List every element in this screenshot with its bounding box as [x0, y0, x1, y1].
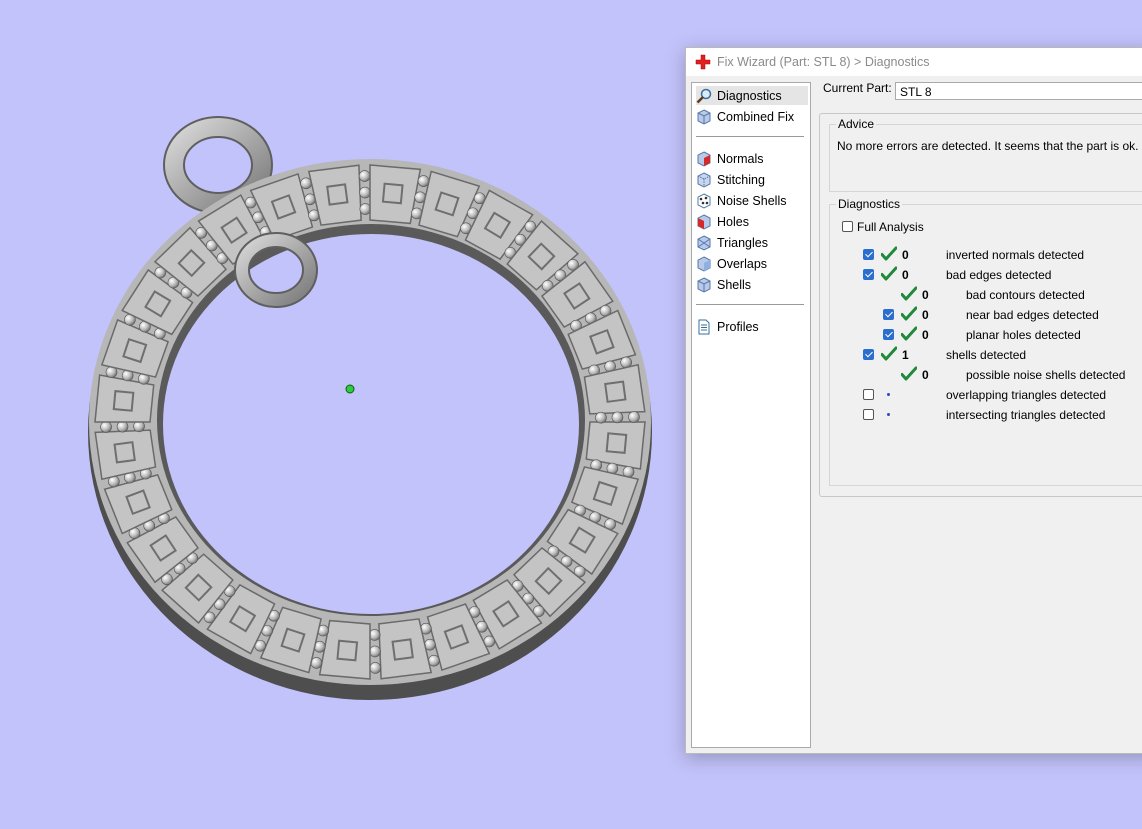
row-checkbox[interactable]: [883, 329, 894, 340]
row-label: planar holes detected: [966, 328, 1081, 342]
row-label: overlapping triangles detected: [946, 388, 1107, 402]
current-part-field[interactable]: STL 8: [895, 82, 1142, 100]
row-checkbox[interactable]: [863, 349, 874, 360]
row-checkbox[interactable]: [883, 309, 894, 320]
cube-icon: [697, 108, 711, 125]
nav-item-combined-fix[interactable]: Combined Fix: [696, 107, 800, 126]
row-label: bad edges detected: [946, 268, 1052, 282]
stitching-cube-icon: [697, 171, 711, 188]
advice-title: Advice: [836, 117, 877, 131]
green-check-icon: [881, 346, 897, 361]
row-count: 0: [922, 308, 929, 322]
row-count: 0: [922, 328, 929, 342]
green-check-icon: [901, 286, 917, 301]
pendant-model: [88, 116, 652, 700]
bead: [369, 645, 381, 658]
full-analysis-checkbox[interactable]: [842, 221, 853, 232]
row-label: inverted normals detected: [946, 248, 1085, 262]
bead: [359, 203, 372, 215]
red-cross-icon: [695, 54, 711, 70]
nav-label: Triangles: [717, 235, 768, 250]
bead: [369, 662, 382, 674]
nav-divider: [696, 304, 804, 305]
green-check-icon: [901, 366, 917, 381]
document-icon: [698, 319, 710, 334]
full-analysis-label: Full Analysis: [857, 220, 924, 234]
advice-text: No more errors are detected. It seems th…: [837, 139, 1142, 153]
row-label: intersecting triangles detected: [946, 408, 1106, 422]
bead: [359, 186, 371, 199]
nav-label: Holes: [717, 214, 749, 229]
green-check-icon: [901, 306, 917, 321]
nav-label: Stitching: [717, 172, 765, 187]
row-count: 1: [902, 348, 909, 362]
nav-item-holes[interactable]: Holes: [696, 212, 755, 231]
nav-item-noise-shells[interactable]: Noise Shells: [696, 191, 792, 210]
nav-item-stitching[interactable]: Stitching: [696, 170, 771, 189]
row-checkbox[interactable]: [863, 389, 874, 400]
fix-wizard-dialog: Fix Wizard (Part: STL 8) > Diagnostics D…: [685, 47, 1142, 754]
nav-item-shells[interactable]: Shells: [696, 275, 757, 294]
bead: [358, 170, 371, 182]
nav-item-diagnostics[interactable]: Diagnostics: [696, 86, 808, 105]
noise-shells-icon: [697, 192, 711, 209]
pending-dot-icon: [887, 413, 890, 416]
holes-cube-icon: [697, 213, 711, 230]
triangles-cube-icon: [697, 234, 711, 251]
nav-label: Combined Fix: [717, 109, 795, 124]
nav-label: Profiles: [717, 319, 759, 334]
row-count: 0: [902, 248, 909, 262]
magnifier-icon: [696, 88, 712, 103]
nav-label: Noise Shells: [717, 193, 787, 208]
green-check-icon: [881, 246, 897, 261]
title-bar[interactable]: Fix Wizard (Part: STL 8) > Diagnostics: [686, 48, 1142, 76]
pivot-point-icon: [345, 384, 355, 394]
shells-cube-icon: [697, 276, 711, 293]
normals-cube-icon: [697, 150, 711, 167]
nav-label: Overlaps: [717, 256, 768, 271]
nav-label: Shells: [717, 277, 752, 292]
nav-label: Diagnostics: [717, 88, 782, 103]
wizard-navigation: Diagnostics Combined Fix Normals Stitchi…: [691, 82, 811, 748]
nav-item-triangles[interactable]: Triangles: [696, 233, 774, 252]
row-count: 0: [922, 368, 929, 382]
current-part-label: Current Part:: [823, 81, 892, 95]
pending-dot-icon: [887, 393, 890, 396]
overlaps-cube-icon: [697, 255, 711, 272]
green-check-icon: [881, 266, 897, 281]
bead: [595, 411, 607, 424]
bead: [611, 411, 624, 424]
row-checkbox[interactable]: [863, 409, 874, 420]
nav-label: Normals: [717, 151, 764, 166]
green-check-icon: [901, 326, 917, 341]
bead: [368, 629, 381, 641]
row-count: 0: [902, 268, 909, 282]
nav-divider: [696, 136, 804, 137]
diagnostics-panel: Advice No more errors are detected. It s…: [819, 113, 1142, 497]
row-checkbox[interactable]: [863, 269, 874, 280]
bead: [628, 411, 640, 423]
row-label: near bad edges detected: [966, 308, 1099, 322]
3d-viewport[interactable]: [0, 0, 690, 829]
bead: [100, 421, 112, 433]
nav-item-profiles[interactable]: Profiles: [696, 317, 765, 336]
row-label: possible noise shells detected: [966, 368, 1126, 382]
advice-group: Advice No more errors are detected. It s…: [829, 117, 1142, 192]
diagnostics-title: Diagnostics: [836, 197, 903, 211]
row-checkbox[interactable]: [863, 249, 874, 260]
nav-item-overlaps[interactable]: Overlaps: [696, 254, 773, 273]
diagnostics-group: Diagnostics Full Analysis 0 inverted norm…: [829, 197, 1142, 486]
row-label: bad contours detected: [966, 288, 1085, 302]
nav-item-normals[interactable]: Normals: [696, 149, 770, 168]
row-count: 0: [922, 288, 929, 302]
row-label: shells detected: [946, 348, 1027, 362]
window-title: Fix Wizard (Part: STL 8) > Diagnostics: [717, 55, 930, 69]
bead: [116, 420, 129, 433]
